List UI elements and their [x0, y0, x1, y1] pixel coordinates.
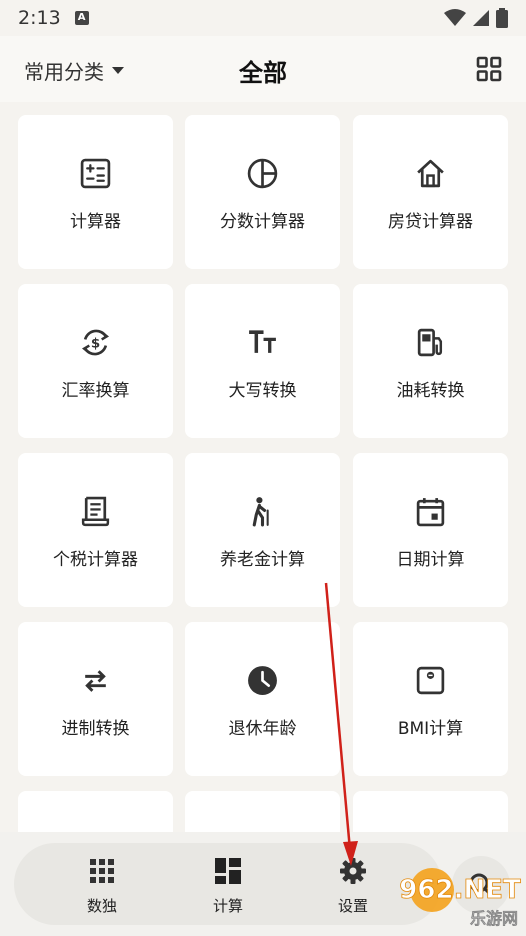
- fuel-pump-icon: [417, 328, 443, 357]
- scale-icon: [416, 666, 445, 695]
- house-icon: [417, 159, 444, 188]
- card-uppercase-convert[interactable]: 大写转换: [185, 284, 340, 438]
- card-label: 个税计算器: [53, 550, 138, 570]
- swap-arrows-icon: [85, 670, 106, 692]
- status-icons: [444, 8, 508, 28]
- card-calculator[interactable]: 计算器: [18, 115, 173, 269]
- nav-label: 数独: [86, 897, 117, 915]
- card-fuel-convert[interactable]: 油耗转换: [353, 284, 508, 438]
- card-bmi[interactable]: BMI计算: [353, 622, 508, 776]
- card-label: 日期计算: [396, 550, 465, 570]
- card-base-convert[interactable]: 进制转换: [18, 622, 173, 776]
- elderly-icon: [252, 497, 269, 527]
- watermark-logo: 962.NET 乐游网: [399, 868, 521, 928]
- battery-icon: [496, 8, 508, 28]
- gear-icon: [340, 858, 366, 884]
- app-header: 常用分类 全部: [0, 36, 526, 102]
- clock-icon: [248, 666, 277, 695]
- nav-label: 计算: [212, 897, 243, 915]
- bottom-nav: 数独 计算 设置: [14, 843, 442, 925]
- currency-exchange-icon: $: [81, 329, 110, 356]
- grid-view-icon[interactable]: [476, 56, 502, 82]
- nav-calculate[interactable]: 计算: [188, 843, 268, 925]
- card-retirement-age[interactable]: 退休年龄: [185, 622, 340, 776]
- receipt-icon: [81, 496, 110, 527]
- pie-fraction-icon: [247, 158, 278, 189]
- calculator-icon: [80, 158, 111, 189]
- card-label: 退休年龄: [228, 719, 297, 739]
- nav-settings[interactable]: 设置: [313, 843, 393, 925]
- card-fraction-calculator[interactable]: 分数计算器: [185, 115, 340, 269]
- grid-dots-icon: [90, 859, 114, 883]
- signal-icon: [473, 10, 489, 26]
- card-label: 房贷计算器: [388, 212, 473, 232]
- status-time: 2:13: [18, 7, 61, 29]
- notification-icon: A: [74, 11, 89, 25]
- text-size-icon: [249, 330, 276, 353]
- svg-text:$: $: [91, 337, 100, 352]
- wifi-icon: [444, 9, 466, 26]
- card-label: 分数计算器: [220, 212, 305, 232]
- card-label: BMI计算: [397, 719, 464, 739]
- card-date-calc[interactable]: 日期计算: [353, 453, 508, 607]
- watermark-sub: 乐游网: [470, 909, 518, 928]
- card-mortgage-calculator[interactable]: 房贷计算器: [353, 115, 508, 269]
- card-label: 油耗转换: [396, 381, 465, 401]
- status-bar: 2:13 A: [0, 0, 526, 36]
- dashboard-icon: [215, 858, 241, 884]
- calendar-icon: [416, 498, 445, 527]
- card-pension[interactable]: 养老金计算: [185, 453, 340, 607]
- page-title: 全部: [239, 59, 287, 87]
- nav-sudoku[interactable]: 数独: [62, 843, 142, 925]
- card-label: 汇率换算: [61, 381, 130, 401]
- card-label: 进制转换: [61, 719, 130, 739]
- card-currency-exchange[interactable]: $ 汇率换算: [18, 284, 173, 438]
- card-label: 养老金计算: [220, 550, 305, 570]
- watermark-brand: 962.NET: [399, 875, 521, 905]
- card-income-tax[interactable]: 个税计算器: [18, 453, 173, 607]
- nav-label: 设置: [337, 897, 368, 915]
- card-label: 计算器: [70, 212, 121, 232]
- card-label: 大写转换: [228, 381, 297, 401]
